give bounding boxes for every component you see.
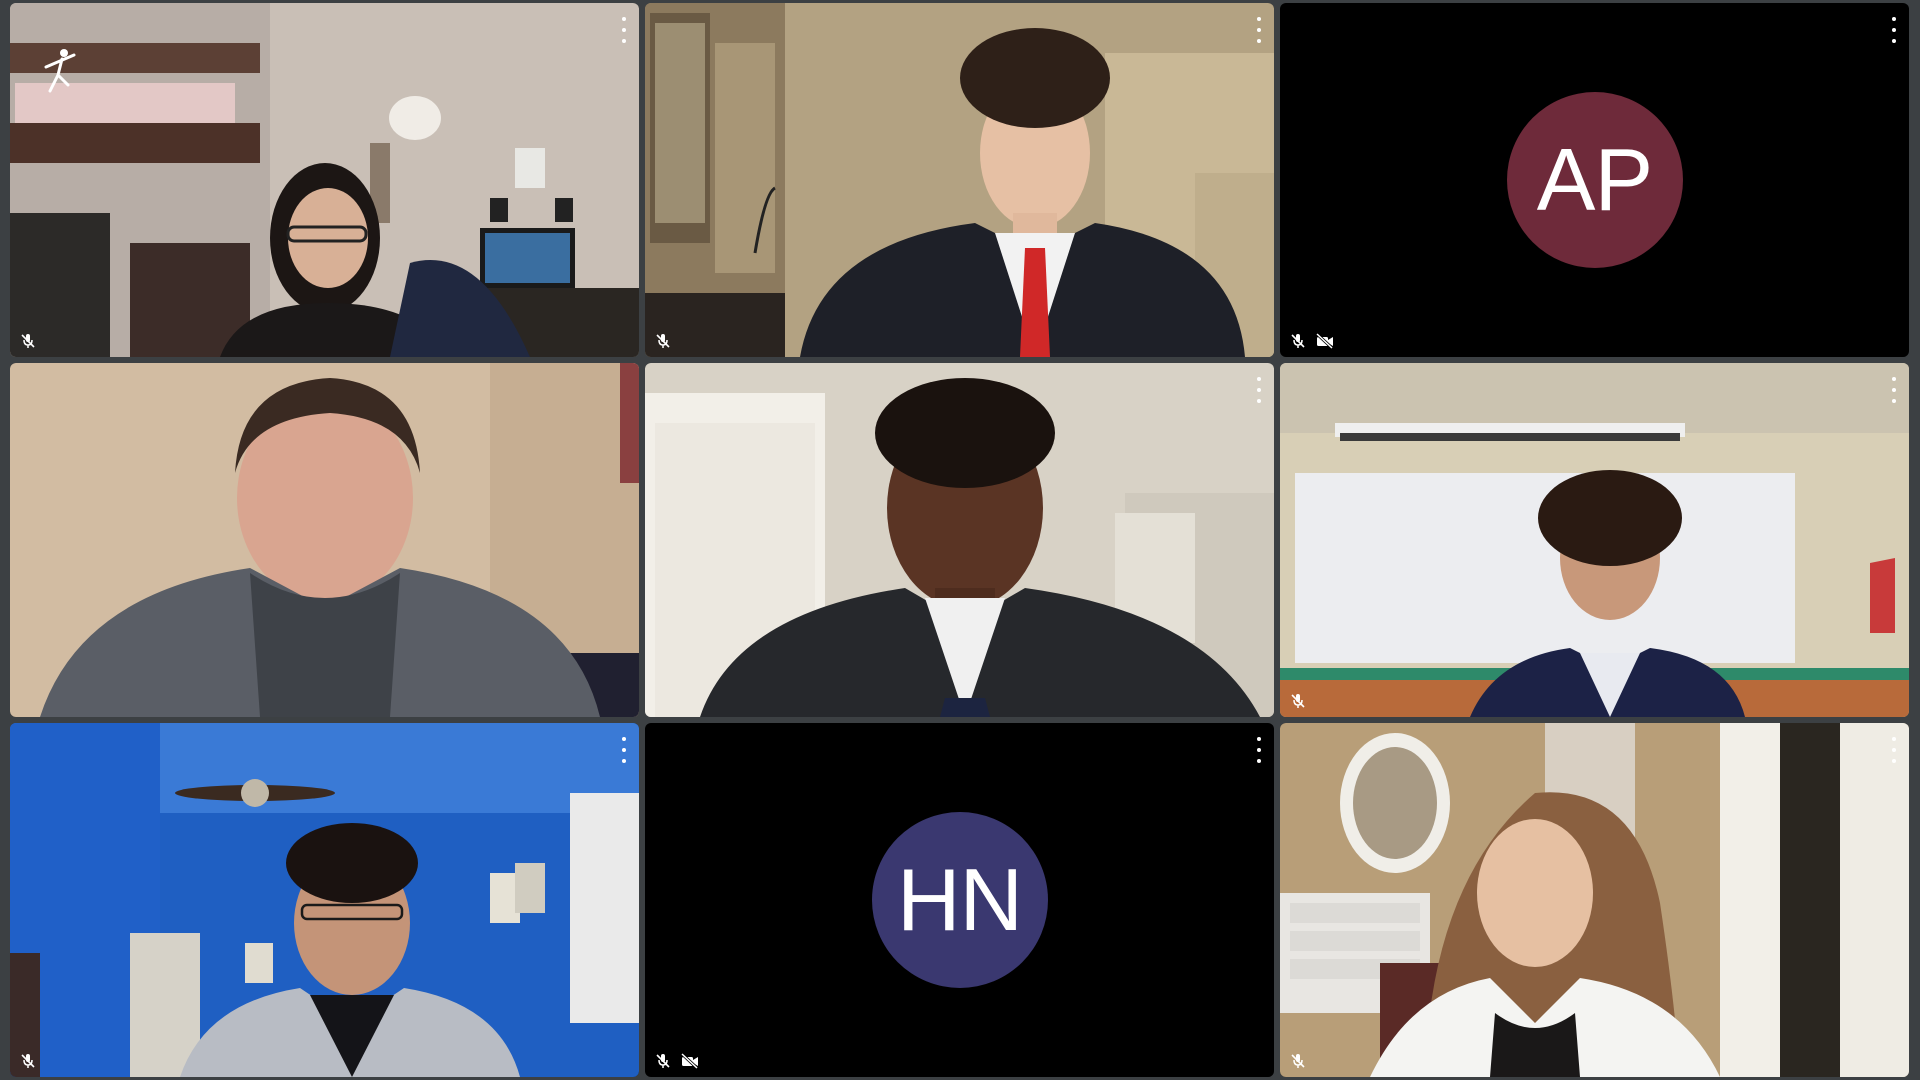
participant-video	[1280, 363, 1909, 717]
more-options-button[interactable]	[1252, 737, 1266, 763]
participant-tile[interactable]	[645, 3, 1274, 357]
more-options-button[interactable]	[617, 737, 631, 763]
videocam-off-icon	[1316, 333, 1334, 349]
mic-off-icon	[1290, 333, 1306, 349]
more-options-button[interactable]	[1887, 377, 1901, 403]
app-logo-icon	[40, 45, 80, 98]
more-options-button[interactable]	[617, 17, 631, 43]
participant-tile[interactable]	[1280, 363, 1909, 717]
participant-video	[10, 363, 639, 717]
participant-video	[1280, 723, 1909, 1077]
participant-avatar: AP	[1506, 92, 1683, 268]
participant-grid: AP HN	[10, 3, 1910, 1077]
participant-tile[interactable]	[10, 723, 639, 1077]
participant-video	[645, 3, 1274, 357]
mic-off-icon	[655, 333, 671, 349]
participant-tile[interactable]: HN	[645, 723, 1274, 1077]
participant-video	[645, 363, 1274, 717]
more-options-button[interactable]	[1887, 17, 1901, 43]
more-options-button[interactable]	[1252, 377, 1266, 403]
mic-off-icon	[1290, 693, 1306, 709]
mic-off-icon	[1290, 1053, 1306, 1069]
participant-tile[interactable]	[645, 363, 1274, 717]
participant-tile[interactable]	[1280, 723, 1909, 1077]
participant-tile[interactable]	[10, 3, 639, 357]
more-options-button[interactable]	[1887, 737, 1901, 763]
participant-video	[10, 3, 639, 357]
participant-avatar: HN	[871, 812, 1048, 988]
mic-off-icon	[20, 333, 36, 349]
participant-tile[interactable]: AP	[1280, 3, 1909, 357]
videocam-off-icon	[681, 1053, 699, 1069]
mic-off-icon	[20, 1053, 36, 1069]
participant-video	[10, 723, 639, 1077]
more-options-button[interactable]	[1252, 17, 1266, 43]
mic-off-icon	[655, 1053, 671, 1069]
participant-tile[interactable]	[10, 363, 639, 717]
